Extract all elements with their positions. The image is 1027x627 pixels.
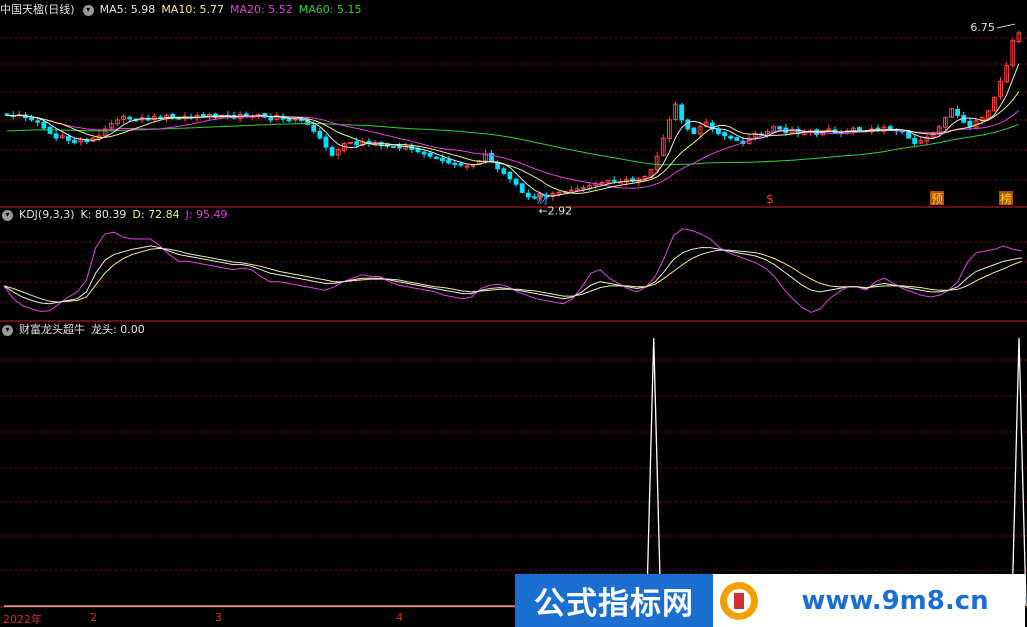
ma10-label: MA10: 5.77 <box>161 3 225 16</box>
candle-down <box>777 126 783 130</box>
longtou-spike <box>646 337 662 607</box>
kdj-k-label: K: 80.39 <box>80 208 127 221</box>
candle-down <box>519 183 525 193</box>
candle-down <box>734 137 740 141</box>
date-label-feb: 2 <box>90 611 97 624</box>
ma10-line <box>7 91 1020 195</box>
low-price-label: ←2.92 <box>538 205 572 218</box>
candle-up <box>464 165 470 168</box>
candle-down <box>507 171 513 180</box>
candle-down <box>525 192 531 198</box>
candle-down <box>912 138 918 144</box>
candle-down <box>685 119 691 130</box>
candle-down <box>967 120 973 128</box>
indicator-value: 龙头: 0.00 <box>91 323 145 336</box>
candle-down <box>317 130 323 139</box>
kdj-k-line <box>3 245 1023 305</box>
signal-yu-marker: 预 <box>931 192 943 206</box>
ma5-label: MA5: 5.98 <box>99 3 156 16</box>
kdj-j-label: J: 95.49 <box>185 208 228 221</box>
ma60-label: MA60: 5.15 <box>298 3 362 16</box>
candle-down <box>433 156 439 159</box>
candle-down <box>446 159 452 164</box>
candle-down <box>887 126 893 130</box>
high-price-pointer <box>996 23 1016 29</box>
candle-down <box>311 124 317 132</box>
candle-up <box>470 164 476 167</box>
date-label-year: 2022年 <box>3 613 42 626</box>
candle-down <box>397 146 402 149</box>
watermark-site-text: www.9m8.cn <box>801 585 989 616</box>
date-label-mar: 3 <box>215 611 222 624</box>
candle-down <box>722 132 727 137</box>
candle-down <box>329 147 335 156</box>
ma5-line <box>7 63 1020 197</box>
kdj-d-line <box>3 247 1023 303</box>
candle-down <box>691 127 697 135</box>
stock-chart[interactable]: 6.75 ←2.92财 $ 预 榜 <box>0 0 1027 627</box>
candle-down <box>458 163 464 166</box>
candle-down <box>501 168 507 174</box>
candle-down <box>679 104 685 121</box>
candle-up <box>348 142 353 145</box>
watermark-left-text: 公式指标网 <box>515 574 713 627</box>
signal-cai-marker: 财 <box>536 192 548 206</box>
candle-down <box>354 141 360 146</box>
watermark-logo-icon <box>713 578 765 624</box>
candle-down <box>200 113 206 117</box>
candle-down <box>29 116 34 121</box>
candle-down <box>268 117 274 121</box>
settings-dropdown-icon[interactable]: ▾ <box>82 4 94 16</box>
date-label-apr: 4 <box>396 611 403 624</box>
candle-down <box>440 157 445 162</box>
candle-down <box>857 127 862 131</box>
candle-down <box>35 120 41 123</box>
stock-title[interactable]: 中国天楹(日线) <box>0 2 75 18</box>
candle-down <box>72 139 77 144</box>
candle-down <box>41 121 47 129</box>
candle-down <box>421 151 427 155</box>
high-price-label: 6.75 <box>970 21 995 34</box>
candle-down <box>243 113 249 116</box>
indicator-panel-header: ▾ 财富龙头超牛 龙头: 0.00 <box>0 322 145 338</box>
ma20-label: MA20: 5.52 <box>230 3 293 16</box>
indicator-title[interactable]: 财富龙头超牛 <box>19 322 85 338</box>
candle-down <box>427 152 433 157</box>
candle-down <box>391 146 396 149</box>
longtou-spike <box>1011 337 1027 607</box>
candle-down <box>716 128 721 135</box>
candle-down <box>323 136 329 148</box>
candle-down <box>728 135 734 139</box>
candle-down <box>65 136 71 141</box>
signal-dollar-marker: $ <box>766 192 774 206</box>
kdj-d-label: D: 72.84 <box>132 208 180 221</box>
candle-down <box>452 162 458 165</box>
candle-down <box>611 179 617 182</box>
ma20-line <box>7 110 1020 189</box>
candle-down <box>286 118 292 122</box>
date-axis: 2022年 2 3 4 <box>0 608 515 627</box>
indicator-dropdown-icon[interactable]: ▾ <box>2 324 13 336</box>
watermark-banner: 公式指标网 www.9m8.cn <box>515 574 1025 627</box>
candle-up <box>581 187 586 190</box>
candle-up <box>568 189 574 192</box>
kdj-j-line <box>3 228 1023 313</box>
ma60-line <box>7 123 1020 166</box>
candle-down <box>127 116 133 120</box>
candle-down <box>513 178 519 185</box>
kdj-panel-header: ▾ KDJ(9,3,3) K: 80.39 D: 72.84 J: 95.49 <box>0 207 228 223</box>
candle-up <box>599 181 605 184</box>
candle-down <box>955 109 961 116</box>
kdj-title[interactable]: KDJ(9,3,3) <box>19 207 75 223</box>
candle-down <box>170 113 176 118</box>
signal-bang-marker: 榜 <box>1000 191 1012 206</box>
candle-down <box>53 133 59 139</box>
kdj-dropdown-icon[interactable]: ▾ <box>2 209 13 221</box>
main-panel-header: 中国天楹(日线) ▾ MA5: 5.98 MA10: 5.77 MA20: 5.… <box>0 2 361 18</box>
